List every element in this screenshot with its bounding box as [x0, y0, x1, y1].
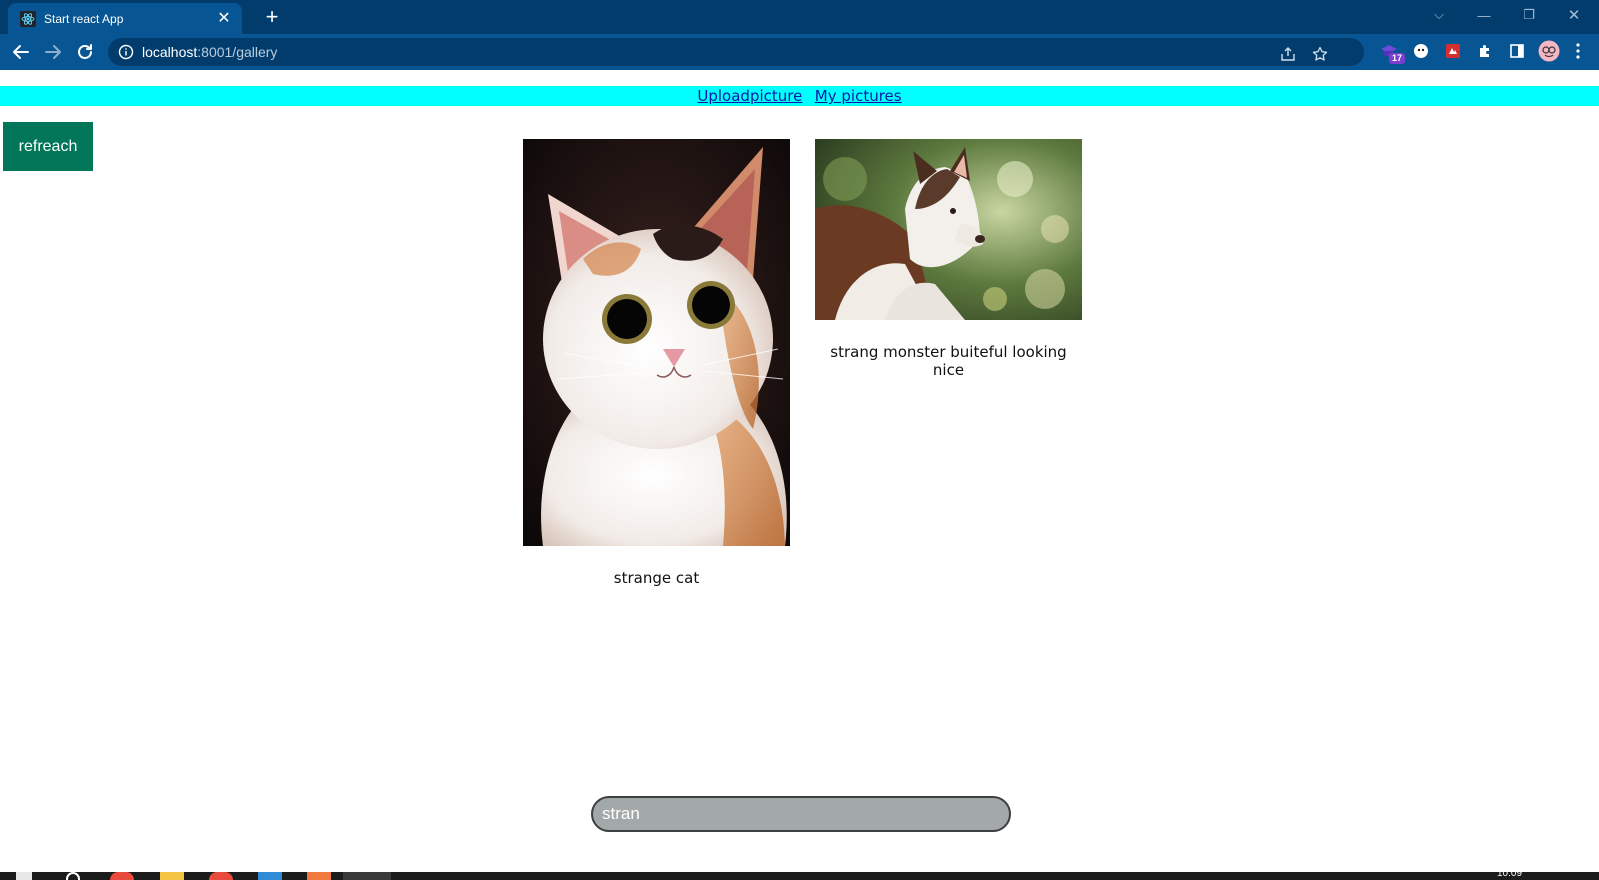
windows-start-icon[interactable]: [16, 872, 32, 880]
url-path: :8001/gallery: [197, 44, 278, 60]
url-host: localhost: [142, 44, 198, 60]
calico-kitten-photo: [523, 139, 790, 546]
image-caption: strange cat: [613, 569, 700, 587]
app-icon[interactable]: [307, 872, 331, 880]
tab-title: Start react App: [44, 11, 124, 26]
react-logo-icon: [20, 10, 36, 27]
refresh-button[interactable]: refreach: [3, 122, 93, 171]
forward-arrow-icon[interactable]: [41, 40, 65, 64]
gallery-card[interactable]: strange cat: [523, 139, 790, 609]
minimize-button[interactable]: —: [1464, 0, 1504, 30]
chrome-icon[interactable]: [209, 872, 233, 880]
reload-icon[interactable]: [73, 40, 97, 64]
gallery-page: Uploadpicture My pictures refreach stran…: [0, 70, 1599, 872]
extension-badge: 17: [1389, 53, 1406, 64]
top-nav-bar: Uploadpicture My pictures: [0, 86, 1599, 106]
new-tab-button[interactable]: +: [260, 5, 284, 29]
side-panel-icon[interactable]: [1507, 41, 1527, 61]
browser-tab[interactable]: Start react App ✕: [8, 3, 242, 34]
tab-search-chevron-icon[interactable]: ⌵: [1419, 0, 1459, 30]
back-arrow-icon[interactable]: [9, 40, 33, 64]
browser-toolbar: localhost:8001/gallery 17: [0, 34, 1599, 70]
clock: 10:09: [1497, 872, 1523, 879]
profile-avatar[interactable]: [1537, 40, 1561, 62]
bookmark-star-icon[interactable]: [1310, 44, 1330, 64]
search-icon[interactable]: [66, 872, 80, 880]
browser-tab-strip: Start react App ✕ + ⌵ — ❐ ✕: [0, 0, 1599, 34]
graduation-cap-extension-icon[interactable]: 17: [1379, 41, 1406, 64]
search-input[interactable]: [591, 796, 1011, 832]
site-info-icon[interactable]: [118, 44, 134, 60]
tab-close-icon[interactable]: ✕: [216, 10, 232, 27]
my-pictures-link[interactable]: My pictures: [815, 87, 902, 105]
vscode-icon[interactable]: [258, 872, 282, 880]
gallery-card[interactable]: strang monster buiteful looking nice: [815, 139, 1082, 379]
file-explorer-icon[interactable]: [160, 872, 184, 880]
image-caption: strang monster buiteful looking nice: [830, 343, 1067, 379]
active-app-icon[interactable]: [343, 872, 391, 880]
ghost-extension-icon[interactable]: [1411, 41, 1431, 61]
restore-button[interactable]: ❐: [1509, 0, 1549, 30]
address-bar[interactable]: localhost:8001/gallery: [108, 38, 1364, 66]
menu-kebab-icon[interactable]: [1568, 41, 1588, 61]
windows-taskbar: 10:09: [0, 872, 1599, 880]
red-extension-icon[interactable]: [1443, 41, 1463, 61]
upload-picture-link[interactable]: Uploadpicture: [697, 87, 802, 105]
window-close-button[interactable]: ✕: [1554, 0, 1594, 30]
chrome-icon[interactable]: [110, 872, 134, 880]
husky-dog-photo: [815, 139, 1082, 320]
puzzle-extensions-icon[interactable]: [1475, 41, 1495, 61]
share-icon[interactable]: [1278, 44, 1298, 64]
